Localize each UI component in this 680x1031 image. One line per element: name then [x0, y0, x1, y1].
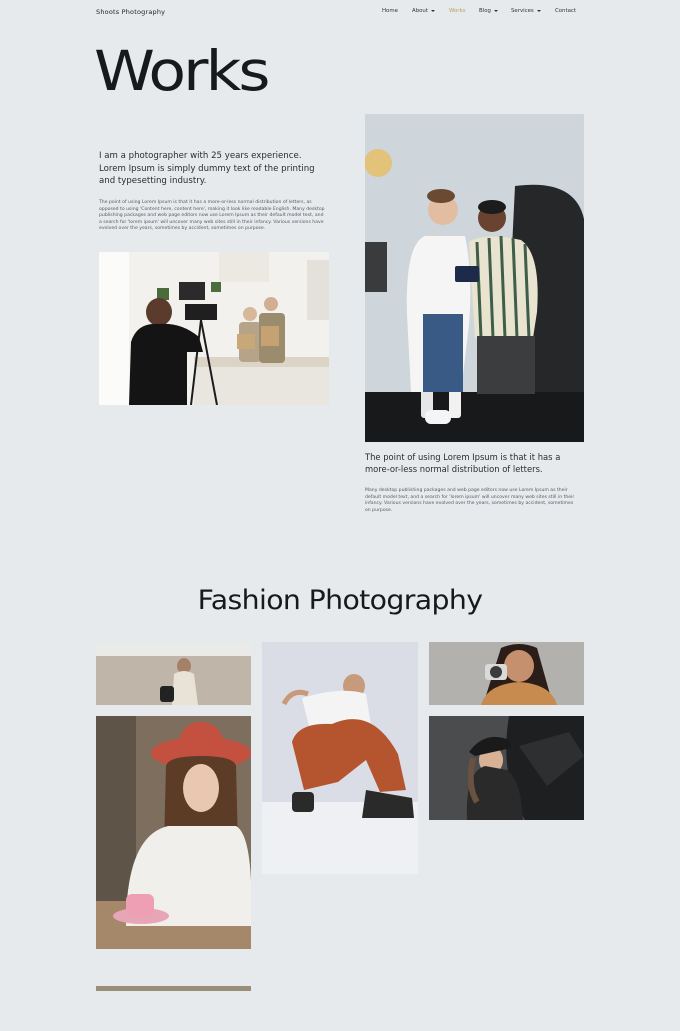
nav-item-about[interactable]: About	[412, 8, 435, 14]
chevron-down-icon	[536, 9, 541, 12]
section-title-fashion: Fashion Photography	[197, 585, 483, 616]
feature-body-text: Many desktop publishing packages and web…	[365, 488, 575, 513]
gallery-photo-dancer[interactable]	[262, 642, 418, 874]
nav-item-blog[interactable]: Blog	[479, 8, 498, 14]
gallery-photo-beach[interactable]	[96, 642, 251, 705]
nav-item-contact[interactable]: Contact	[555, 8, 576, 14]
intro-body-text: The point of using Lorem Ipsum is that i…	[99, 200, 325, 232]
gallery-photo-partial[interactable]	[96, 986, 251, 991]
intro-lead-text: I am a photographer with 25 years experi…	[99, 151, 315, 186]
nav-item-works[interactable]: Works	[449, 8, 465, 14]
chevron-down-icon	[493, 9, 498, 12]
nav-item-blog-label: Blog	[479, 8, 491, 14]
nav-item-about-label: About	[412, 8, 428, 14]
nav-item-home[interactable]: Home	[382, 8, 398, 14]
nav-item-services[interactable]: Services	[511, 8, 541, 14]
gallery-photo-studio-portrait[interactable]	[429, 716, 584, 820]
page-title: Works	[94, 39, 270, 103]
chevron-down-icon	[430, 9, 435, 12]
feature-caption: The point of using Lorem Ipsum is that i…	[365, 452, 561, 474]
top-navigation: Shoots Photography Home About Works Blog…	[0, 0, 680, 24]
gallery-photo-red-hat-woman[interactable]	[96, 716, 251, 949]
photo-video-shoot-kitchen	[99, 252, 329, 405]
gallery-photo-camera-woman[interactable]	[429, 642, 584, 705]
nav-item-services-label: Services	[511, 8, 534, 14]
brand-logo-text[interactable]: Shoots Photography	[96, 8, 165, 16]
photo-couple-with-phone	[365, 114, 584, 442]
